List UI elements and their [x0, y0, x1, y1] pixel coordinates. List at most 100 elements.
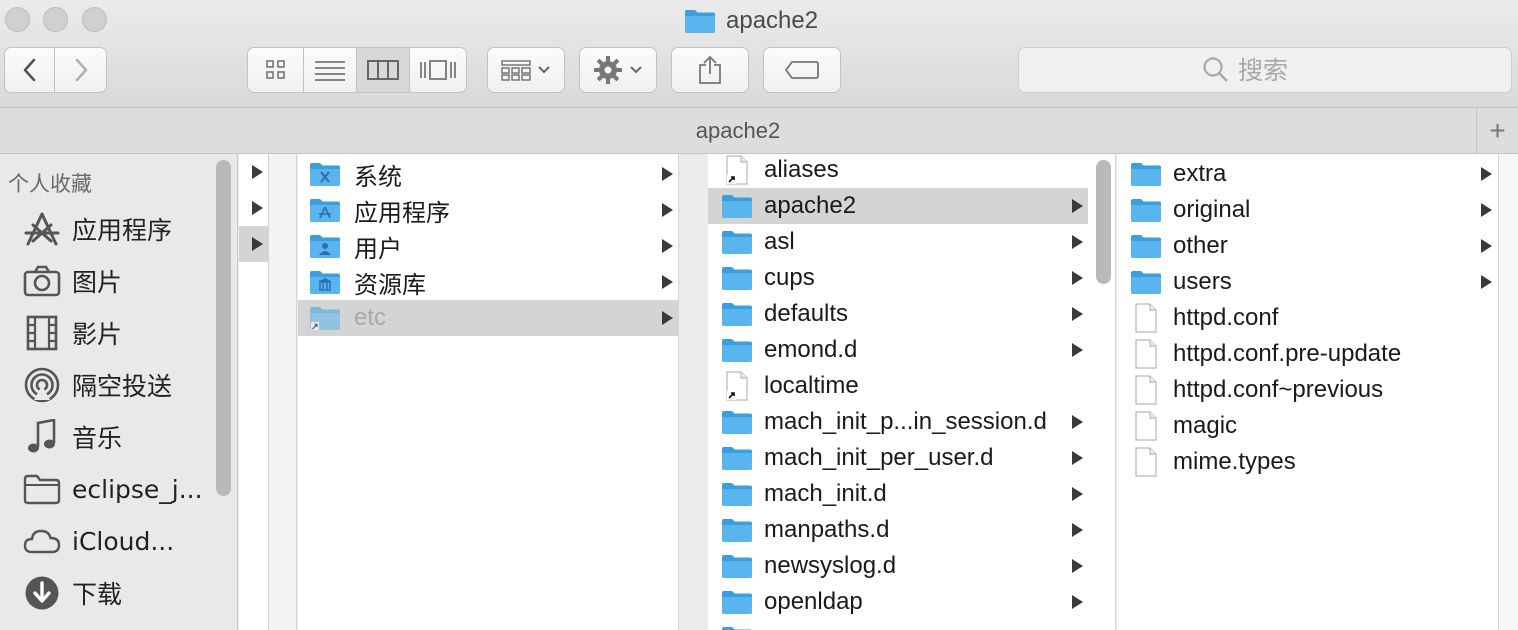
list-item-mach-init-per-login[interactable]: mach_init_p...in_session.d: [708, 404, 1088, 440]
list-item[interactable]: [239, 154, 268, 190]
list-item-library[interactable]: 资源库: [298, 264, 678, 300]
empty-column-area: [1499, 154, 1518, 630]
list-item-emond[interactable]: emond.d: [708, 332, 1088, 368]
sidebar-item-label: iCloud...: [72, 526, 175, 556]
close-window-button[interactable]: [5, 7, 30, 32]
search-input[interactable]: [1238, 55, 1328, 85]
column-view-button[interactable]: [357, 48, 410, 92]
list-item-original[interactable]: original: [1117, 192, 1498, 228]
sidebar-item-downloads[interactable]: 下载: [0, 570, 212, 616]
zoom-window-button[interactable]: [82, 7, 107, 32]
folder-icon: [720, 227, 754, 257]
list-view-button[interactable]: [304, 48, 357, 92]
list-item-mach-init[interactable]: mach_init.d: [708, 476, 1088, 512]
airdrop-icon: [22, 365, 62, 405]
applications-folder-icon: [308, 195, 342, 225]
list-item[interactable]: [239, 190, 268, 226]
sidebar-item-eclipse[interactable]: eclipse_j...: [0, 466, 212, 512]
disclosure-arrow-icon: [1072, 415, 1083, 429]
disclosure-arrow-icon: [662, 203, 673, 217]
list-item-httpd-conf[interactable]: httpd.conf: [1117, 300, 1498, 336]
list-item-label: manpaths.d: [764, 516, 890, 543]
sidebar-item-label: eclipse_j...: [72, 474, 203, 504]
list-item-users[interactable]: 用户: [298, 228, 678, 264]
sidebar-item-label: 隔空投送: [72, 372, 173, 401]
tab-apache2[interactable]: apache2: [0, 108, 1476, 154]
list-item-system[interactable]: 系统: [298, 156, 678, 192]
search-field[interactable]: [1018, 47, 1512, 93]
list-item-manpaths[interactable]: manpaths.d: [708, 512, 1088, 548]
tags-button[interactable]: [763, 47, 841, 93]
list-item-label: asl: [764, 228, 795, 255]
list-item-extra[interactable]: extra: [1117, 156, 1498, 192]
icon-view-button[interactable]: [248, 48, 305, 92]
disclosure-arrow-icon: [1072, 595, 1083, 609]
arrange-button[interactable]: [487, 47, 565, 93]
list-item-etc[interactable]: etc: [298, 300, 678, 336]
list-item-users[interactable]: users: [1117, 264, 1498, 300]
folder-icon: [720, 479, 754, 509]
grid-icon: [265, 60, 285, 79]
tab-bar: apache2 +: [0, 108, 1518, 154]
list-item-defaults[interactable]: defaults: [708, 296, 1088, 332]
column-scrollbar[interactable]: [1096, 160, 1111, 284]
list-item-label: apache2: [764, 192, 857, 219]
list-item-label: httpd.conf~previous: [1173, 376, 1384, 403]
list-item-localtime[interactable]: localtime: [708, 368, 1088, 404]
list-item-label: aliases: [764, 156, 839, 183]
sidebar-item-pictures[interactable]: 图片: [0, 258, 212, 304]
disclosure-arrow-icon: [252, 201, 263, 215]
list-item-magic[interactable]: magic: [1117, 408, 1498, 444]
disclosure-arrow-icon: [1481, 203, 1492, 217]
film-icon: [22, 313, 62, 353]
sidebar-item-airdrop[interactable]: 隔空投送: [0, 362, 212, 408]
sidebar-item-label: 图片: [72, 268, 123, 297]
folder-icon: [720, 623, 754, 630]
minimize-window-button[interactable]: [43, 7, 68, 32]
list-item-asl[interactable]: asl: [708, 224, 1088, 260]
list-item-label: magic: [1173, 412, 1238, 439]
sidebar-item-label: 影片: [72, 320, 123, 349]
list-item-label: cups: [764, 264, 815, 291]
list-item-httpd-conf-pre-update[interactable]: httpd.conf.pre-update: [1117, 336, 1498, 372]
window-title-text: apache2: [726, 7, 819, 34]
list-item-partial[interactable]: [708, 620, 1088, 630]
back-button[interactable]: [5, 48, 56, 92]
chevron-left-icon: [23, 58, 35, 82]
disclosure-arrow-icon: [252, 165, 263, 179]
disclosure-arrow-icon: [1072, 559, 1083, 573]
list-icon: [315, 61, 346, 81]
list-item-aliases[interactable]: aliases: [708, 154, 1100, 188]
arrange-grid-icon: [501, 60, 531, 81]
list-item-httpd-conf-previous[interactable]: httpd.conf~previous: [1117, 372, 1498, 408]
disclosure-arrow-icon: [252, 237, 263, 251]
action-button[interactable]: [579, 47, 657, 93]
sidebar-item-label: 应用程序: [72, 216, 173, 245]
list-item-label: original: [1173, 196, 1251, 223]
list-item-openldap[interactable]: openldap: [708, 584, 1088, 620]
list-item-label: mach_init_p...in_session.d: [764, 408, 1047, 435]
list-item-label: localtime: [764, 372, 859, 399]
column-apache2: extra original other users httpd.conf ht…: [1117, 154, 1499, 630]
back-forward-control: [4, 47, 107, 93]
folder-icon: [720, 191, 754, 221]
share-button[interactable]: [671, 47, 749, 93]
forward-button[interactable]: [55, 48, 106, 92]
list-item-label: mach_init.d: [764, 480, 887, 507]
list-item-label: 用户: [354, 234, 402, 263]
list-item-apache2[interactable]: apache2: [708, 188, 1088, 224]
sidebar-item-applications[interactable]: 应用程序: [0, 206, 212, 252]
sidebar-item-movies[interactable]: 影片: [0, 310, 212, 356]
sidebar-item-music[interactable]: 音乐: [0, 414, 212, 460]
list-item-mime-types[interactable]: mime.types: [1117, 444, 1498, 480]
list-item-newsyslog[interactable]: newsyslog.d: [708, 548, 1088, 584]
sidebar-scrollbar[interactable]: [216, 160, 231, 496]
list-item-other[interactable]: other: [1117, 228, 1498, 264]
cover-flow-view-button[interactable]: [410, 48, 466, 92]
list-item[interactable]: [239, 226, 268, 262]
list-item-mach-init-per-user[interactable]: mach_init_per_user.d: [708, 440, 1088, 476]
new-tab-button[interactable]: +: [1476, 108, 1518, 154]
sidebar-item-icloud[interactable]: iCloud...: [0, 518, 212, 564]
list-item-applications[interactable]: 应用程序: [298, 192, 678, 228]
list-item-cups[interactable]: cups: [708, 260, 1088, 296]
